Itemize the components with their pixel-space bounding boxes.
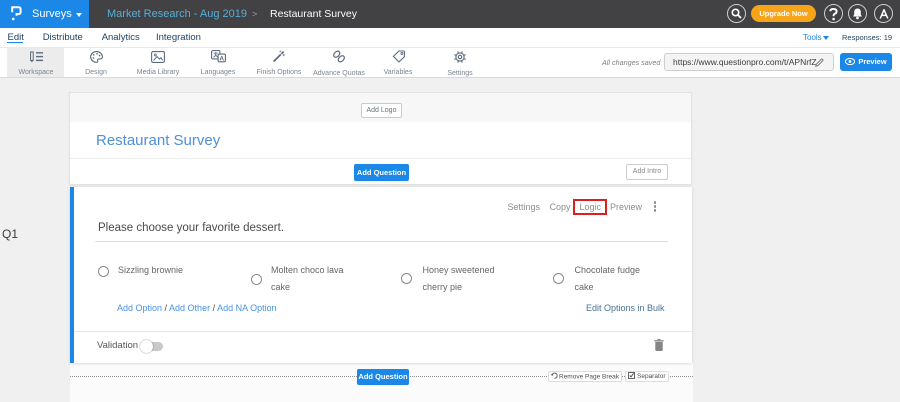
svg-text:A: A bbox=[219, 55, 224, 62]
